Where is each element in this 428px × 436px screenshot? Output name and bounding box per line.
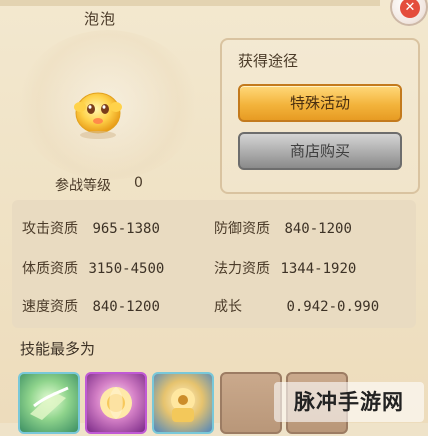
close-button[interactable]: ✕	[390, 0, 428, 26]
stat-physique-label: 体质资质	[22, 261, 78, 277]
acquisition-title: 获得途径	[238, 52, 299, 70]
rose-skill-icon	[100, 387, 132, 419]
stat-physique-value: 3150-4500	[88, 261, 165, 277]
stat-growth: 成长 0.942-0.990	[214, 296, 379, 316]
battle-level-value: 0	[134, 175, 143, 191]
stat-mana: 法力资质 1344-1920	[214, 258, 356, 278]
guardian-skill-icon	[171, 388, 195, 422]
stat-physique: 体质资质 3150-4500	[22, 258, 164, 278]
skill-slot-2[interactable]	[85, 372, 147, 434]
stat-speed-label: 速度资质	[22, 299, 78, 315]
stat-speed: 速度资质 840-1200	[22, 296, 160, 316]
wind-skill-icon	[30, 386, 69, 420]
pet-info-panel: ✕ 泡泡 参战等级 0 获得途径 特殊活动 商店购买 攻击资质 965-1380…	[0, 0, 428, 434]
stat-attack: 攻击资质 965-1380	[22, 218, 160, 238]
stat-defense-value: 840-1200	[284, 221, 352, 237]
pet-avatar	[74, 92, 122, 139]
skills-title: 技能最多为	[20, 340, 96, 358]
shop-buy-button[interactable]: 商店购买	[238, 132, 402, 170]
stat-attack-label: 攻击资质	[22, 221, 78, 237]
skill-slot-3[interactable]	[152, 372, 214, 434]
stat-speed-value: 840-1200	[92, 299, 160, 315]
battle-level-label: 参战等级	[55, 178, 111, 194]
stat-mana-value: 1344-1920	[280, 261, 357, 277]
special-event-button[interactable]: 特殊活动	[238, 84, 402, 122]
watermark: 脉冲手游网	[274, 382, 424, 422]
close-icon: ✕	[400, 0, 420, 18]
skill-slot-1[interactable]	[18, 372, 80, 434]
top-strip	[0, 0, 380, 6]
stat-growth-label: 成长	[214, 299, 242, 315]
pet-name: 泡泡	[84, 10, 117, 28]
stat-attack-value: 965-1380	[92, 221, 160, 237]
stat-defense: 防御资质 840-1200	[214, 218, 352, 238]
stat-defense-label: 防御资质	[214, 221, 270, 237]
stat-growth-value: 0.942-0.990	[286, 299, 380, 315]
skill-slot-4[interactable]	[220, 372, 282, 434]
stat-mana-label: 法力资质	[214, 261, 270, 277]
